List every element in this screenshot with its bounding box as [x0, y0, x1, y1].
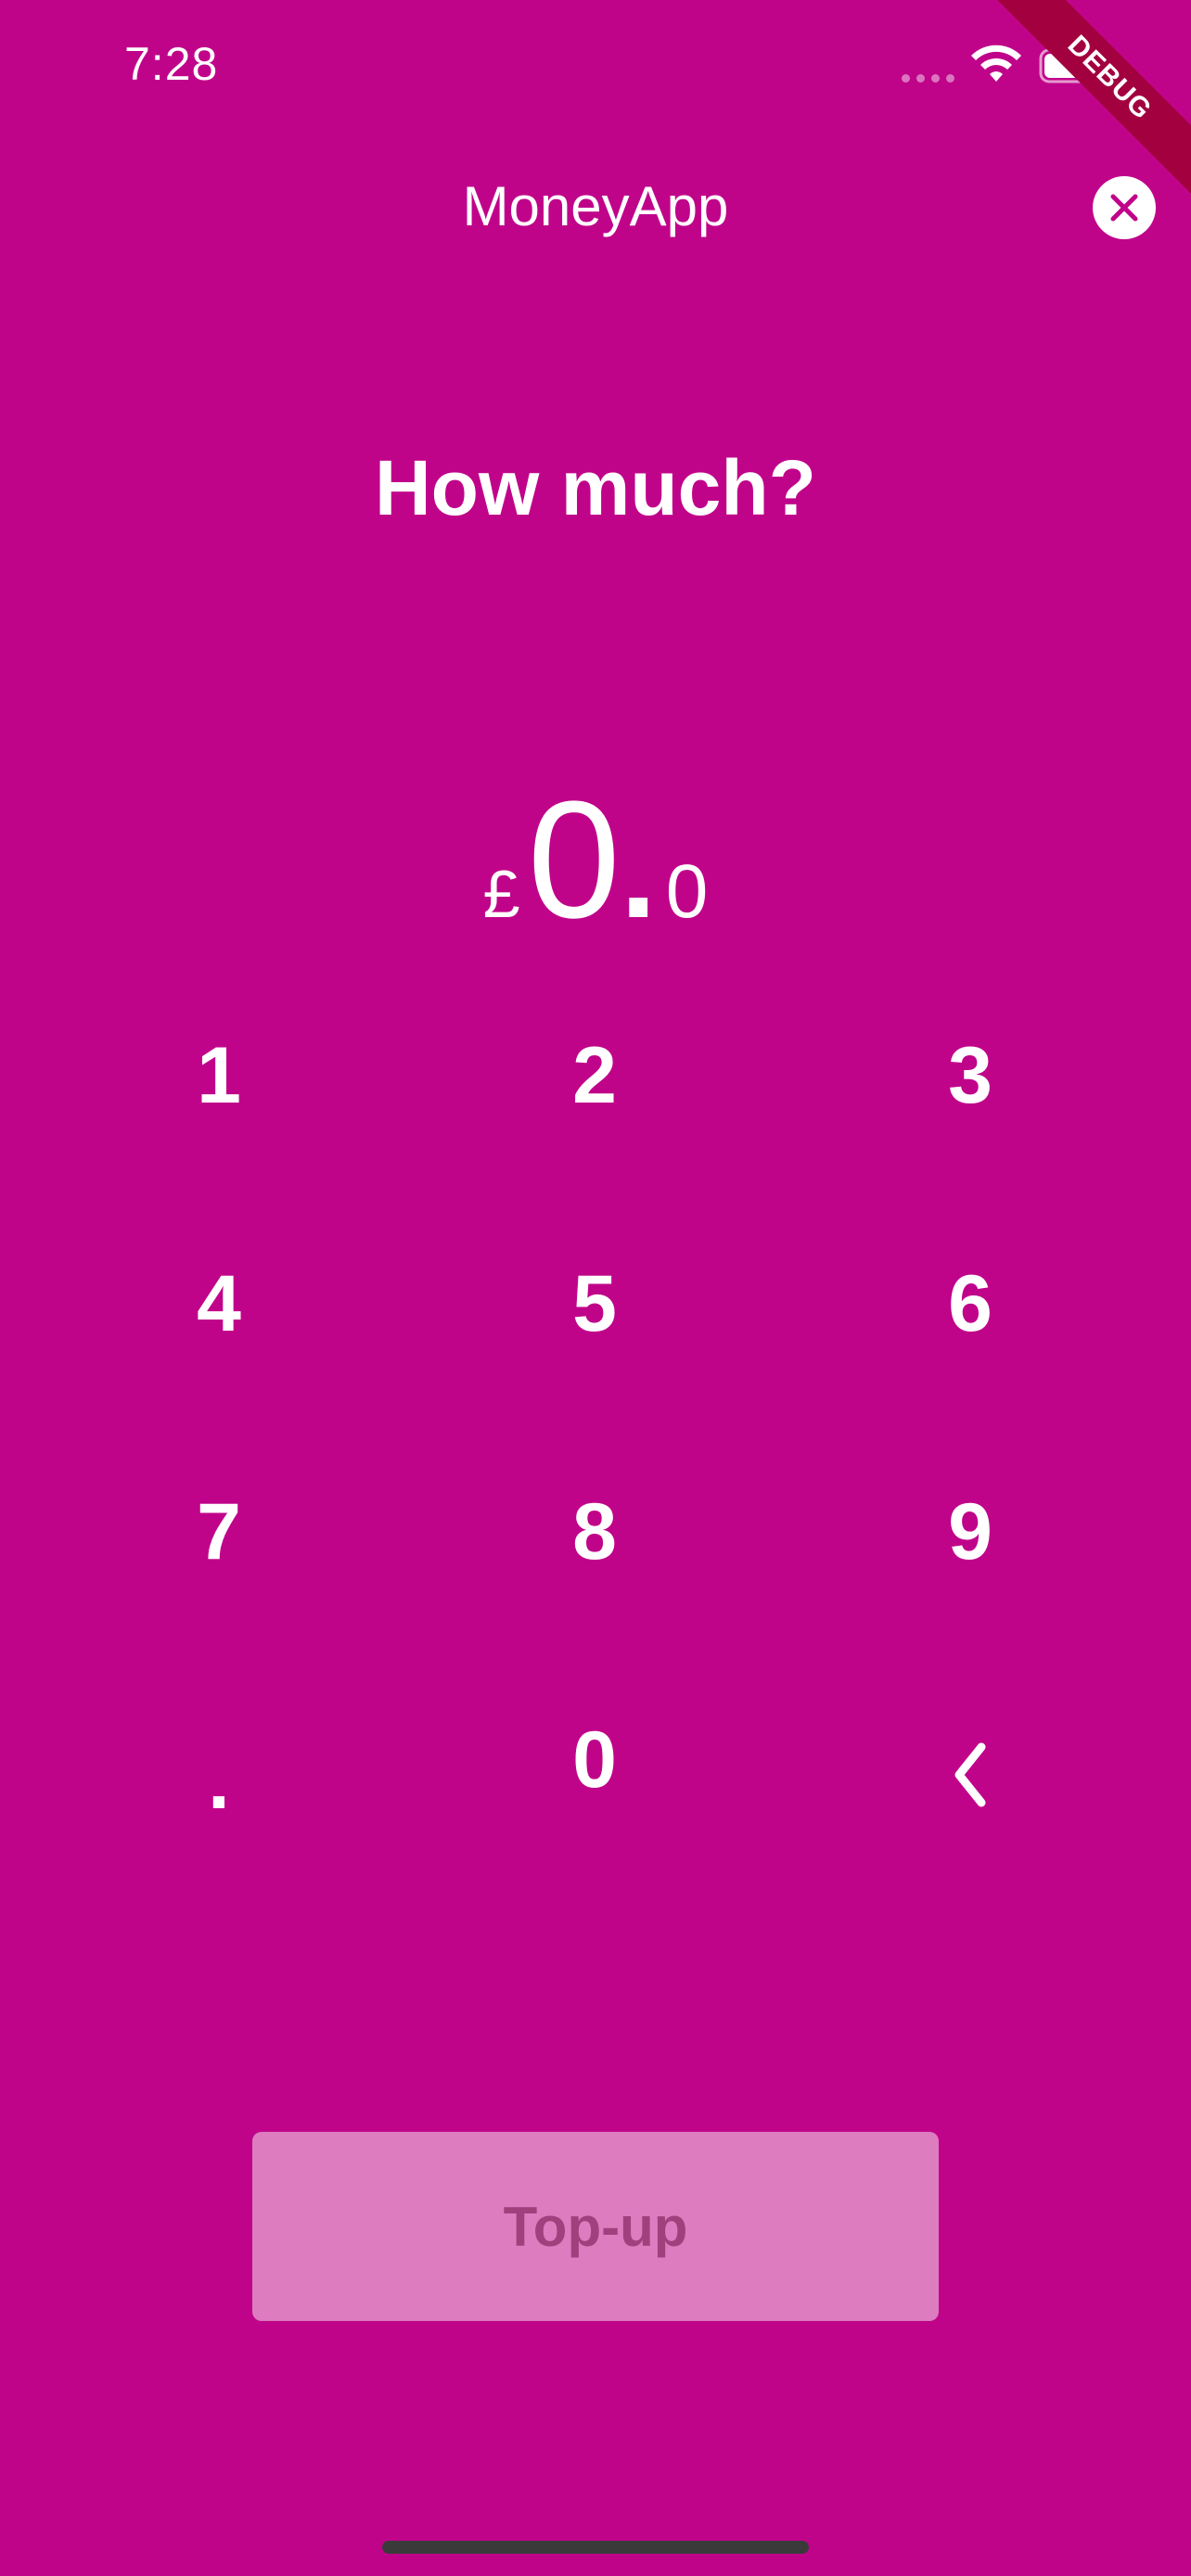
key-5[interactable]: 5 [502, 1239, 687, 1369]
close-circle-icon [1110, 194, 1138, 222]
topup-button[interactable]: Top-up [252, 2132, 939, 2321]
wifi-icon [971, 45, 1021, 82]
cellular-signal-icon [902, 74, 954, 83]
key-8[interactable]: 8 [502, 1467, 687, 1597]
key-decimal-point[interactable]: . [126, 1695, 312, 1826]
status-bar: 7:28 [0, 0, 1191, 139]
home-indicator[interactable] [382, 2541, 809, 2554]
app-title: MoneyApp [462, 175, 729, 237]
amount-integer-part: 0 [527, 767, 621, 953]
amount-decimal-part: 0 [665, 849, 709, 934]
key-3[interactable]: 3 [877, 1011, 1063, 1141]
page-title: How much? [375, 444, 816, 531]
key-9[interactable]: 9 [877, 1467, 1063, 1597]
key-4[interactable]: 4 [126, 1239, 312, 1369]
chevron-left-icon [954, 1742, 986, 1807]
key-2[interactable]: 2 [502, 1011, 687, 1141]
amount-display: £ 0 . 0 [0, 777, 1191, 944]
amount-decimal-separator: . [620, 799, 657, 945]
key-decimal-point-label: . [208, 1736, 230, 1826]
status-time: 7:28 [124, 38, 219, 90]
key-6[interactable]: 6 [877, 1239, 1063, 1369]
backspace-button[interactable] [877, 1710, 1063, 1840]
amount-currency-symbol: £ [482, 858, 520, 932]
key-1[interactable]: 1 [126, 1011, 312, 1141]
close-button[interactable] [1093, 176, 1156, 239]
key-0[interactable]: 0 [502, 1695, 687, 1825]
key-7[interactable]: 7 [126, 1467, 312, 1597]
